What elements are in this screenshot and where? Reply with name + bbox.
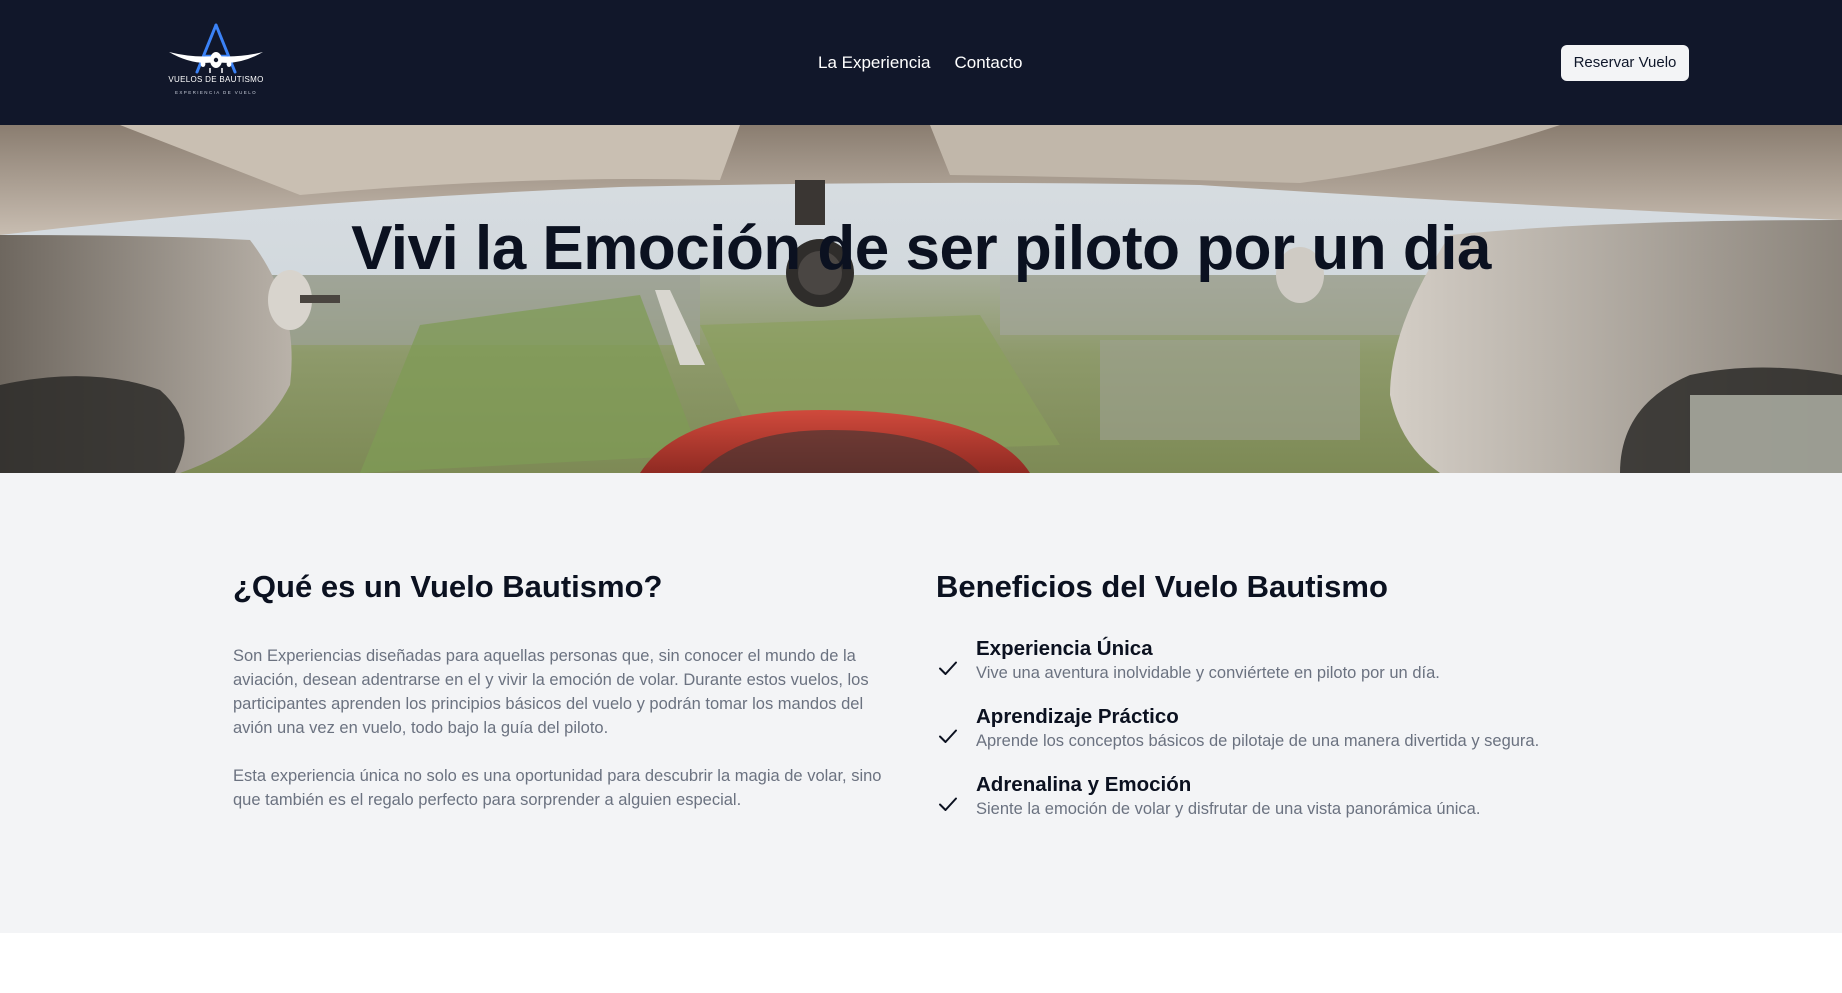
about-column: ¿Qué es un Vuelo Bautismo? Son Experienc… (233, 567, 905, 812)
about-title: ¿Qué es un Vuelo Bautismo? (233, 569, 663, 604)
benefit-item: Experiencia Única Vive una aventura inol… (936, 636, 1636, 704)
benefit-description: Siente la emoción de volar y disfrutar d… (976, 800, 1481, 818)
about-paragraph-2: Esta experiencia única no solo es una op… (233, 767, 882, 809)
nav-link-contacto[interactable]: Contacto (954, 52, 1022, 74)
benefit-description: Vive una aventura inolvidable y conviért… (976, 664, 1440, 682)
info-section: ¿Qué es un Vuelo Bautismo? Son Experienc… (0, 473, 1842, 933)
benefit-item: Aprendizaje Práctico Aprende los concept… (936, 704, 1636, 772)
benefit-title: Experiencia Única (976, 637, 1153, 660)
check-icon (939, 661, 957, 675)
hero-title: Vivi la Emoción de ser piloto por un dia (351, 214, 1491, 283)
hero-section: Vivi la Emoción de ser piloto por un dia (0, 125, 1842, 473)
check-icon (939, 729, 957, 743)
benefit-title: Adrenalina y Emoción (976, 773, 1192, 796)
cockpit-view-image (0, 125, 1842, 473)
reserve-flight-button[interactable]: Reservar Vuelo (1561, 45, 1689, 81)
site-logo[interactable]: VUELOS DE BAUTISMO EXPERIENCIA DE VUELO (165, 22, 267, 100)
benefit-item: Adrenalina y Emoción Siente la emoción d… (936, 772, 1636, 840)
airplane-logo-icon (169, 23, 263, 74)
benefits-list: Experiencia Única Vive una aventura inol… (936, 636, 1636, 840)
check-icon (939, 797, 957, 811)
logo-title: VUELOS DE BAUTISMO (168, 75, 264, 84)
nav-link-experiencia[interactable]: La Experiencia (818, 52, 930, 74)
benefit-title: Aprendizaje Práctico (976, 705, 1179, 728)
benefits-title: Beneficios del Vuelo Bautismo (936, 569, 1388, 604)
benefit-description: Aprende los conceptos básicos de pilotaj… (976, 732, 1540, 750)
about-paragraph-1: Son Experiencias diseñadas para aquellas… (233, 647, 869, 737)
benefits-column: Beneficios del Vuelo Bautismo Experienci… (936, 567, 1636, 840)
page-bottom-spacer (0, 933, 1842, 993)
main-nav: La Experiencia Contacto (818, 52, 1023, 74)
site-header: VUELOS DE BAUTISMO EXPERIENCIA DE VUELO … (0, 0, 1842, 125)
logo-subtitle: EXPERIENCIA DE VUELO (174, 90, 258, 95)
